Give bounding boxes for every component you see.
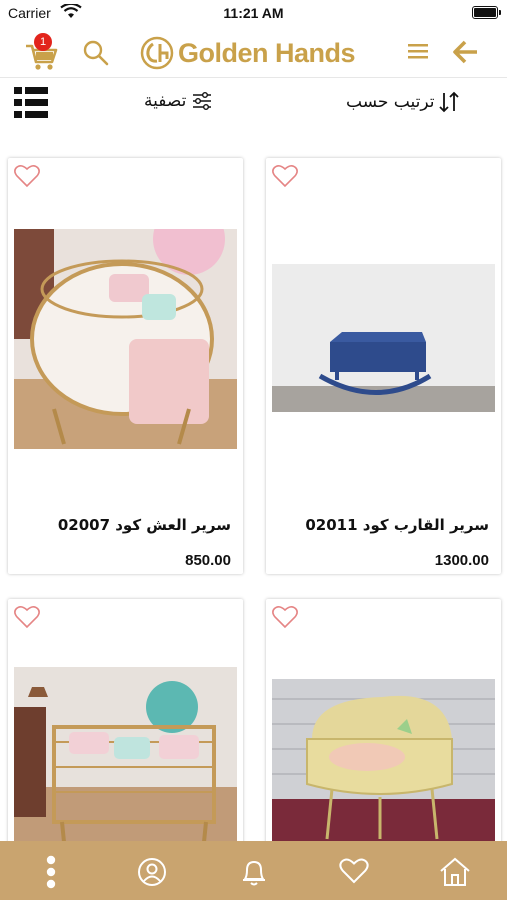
product-card[interactable]: سرير القارب كود 02011 1300.00 [266,158,501,574]
battery-icon [472,6,501,19]
cart-button[interactable]: 1 [24,33,60,70]
search-icon[interactable] [82,39,110,71]
product-name: سرير العش كود 02007 [57,516,231,534]
filter-label: تصفية [144,91,187,111]
bottom-tab-bar [0,841,507,900]
arrow-back-icon[interactable] [451,39,479,69]
favorite-heart-icon[interactable] [271,604,299,634]
product-grid: سرير العش كود 02007 850.00 سرير القارب ك… [0,129,507,841]
product-name: سرير القارب كود 02011 [305,516,489,534]
product-card[interactable]: سرير العش كود 02007 850.00 [8,158,243,574]
home-icon[interactable] [439,857,471,891]
heart-icon[interactable] [338,857,370,889]
favorite-heart-icon[interactable] [13,604,41,634]
nav-bar: 1 Golden Hands [0,28,507,78]
cart-count-badge: 1 [34,33,52,51]
product-price: 1300.00 [434,552,489,569]
filter-sort-toolbar: تصفية ترتيب حسب [0,79,507,129]
product-image[interactable] [272,264,495,412]
more-vertical-icon[interactable] [44,855,58,893]
logo-mark-icon [140,36,174,70]
sort-button[interactable]: ترتيب حسب [346,91,460,113]
logo-text: Golden Hands [178,37,356,68]
sort-label: ترتيب حسب [346,92,435,112]
product-price: 850.00 [185,552,231,569]
filter-button[interactable]: تصفية [144,91,212,111]
list-view-icon[interactable] [14,87,48,123]
clock: 11:21 AM [223,5,284,21]
app-logo: Golden Hands [140,33,356,73]
sort-arrows-icon [439,91,460,113]
product-image[interactable] [14,667,237,841]
product-image[interactable] [14,229,237,449]
favorite-heart-icon[interactable] [271,163,299,193]
hamburger-icon[interactable] [408,43,428,63]
favorite-heart-icon[interactable] [13,163,41,193]
product-image[interactable] [272,679,495,841]
bell-icon[interactable] [240,857,268,891]
product-card[interactable] [266,599,501,841]
battery-level [474,8,496,17]
sliders-icon [193,92,212,110]
status-bar: Carrier 11:21 AM [0,0,507,28]
product-card[interactable] [8,599,243,841]
profile-icon[interactable] [137,857,167,891]
